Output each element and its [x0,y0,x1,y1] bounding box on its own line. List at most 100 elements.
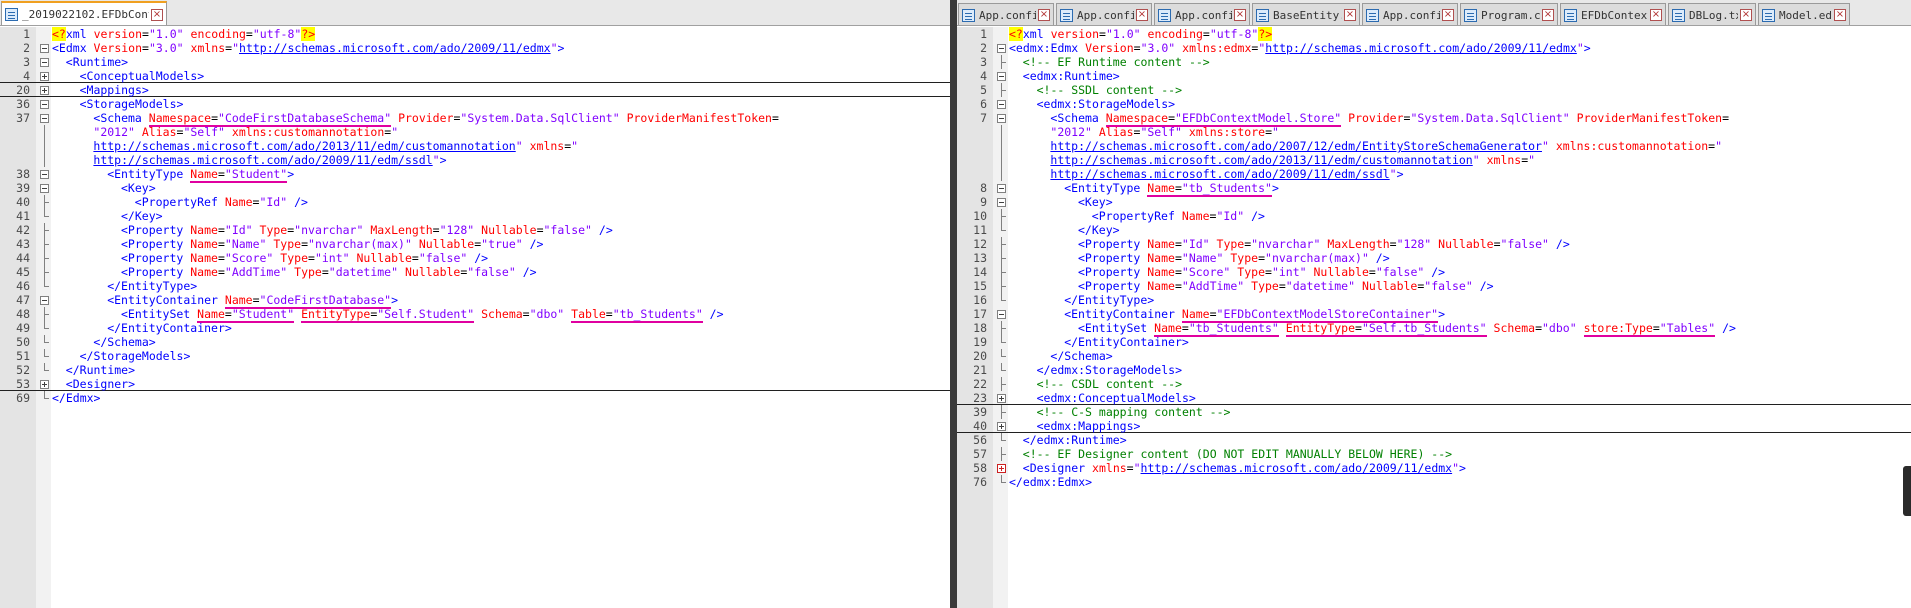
close-icon[interactable]: × [1650,9,1662,21]
file-tab[interactable]: DBLog.txt× [1668,3,1756,25]
code-line[interactable]: 40 <PropertyRef Name="Id" /> [0,195,950,209]
file-tab[interactable]: App.config× [1154,3,1250,25]
file-tab[interactable]: Model.edmx× [1758,3,1850,25]
code-line[interactable]: 38 <EntityType Name="Student"> [0,167,950,183]
scrollbar-thumb[interactable] [1903,466,1911,516]
code-text[interactable]: </StorageModels> [80,349,191,363]
code-text[interactable]: <Property Name="AddTime" Type="datetime"… [1078,279,1494,293]
code-line[interactable]: 39 <Key> [0,181,950,195]
close-icon[interactable]: × [1038,9,1050,21]
code-text[interactable]: <Key> [121,181,156,195]
code-text[interactable]: </EntityContainer> [1064,335,1189,349]
collapse-icon[interactable] [994,111,1008,125]
code-line[interactable]: 11 </Key> [957,223,1911,237]
left-code-editor[interactable]: 1 <?xml version="1.0" encoding="utf-8"?> 2… [0,27,950,608]
code-line[interactable]: 39 <!-- C-S mapping content --> [957,405,1911,419]
expand-icon[interactable] [994,391,1008,405]
code-text[interactable]: "2012" Alias="Self" xmlns:store=" [1050,125,1279,139]
code-lines[interactable]: 1 <?xml version="1.0" encoding="utf-8"?> 2… [0,27,950,405]
code-text[interactable]: <EntityContainer Name="CodeFirstDatabase… [107,293,398,309]
close-icon[interactable]: × [1344,9,1356,21]
code-line[interactable]: 48 <EntitySet Name="Student" EntityType="… [0,307,950,323]
code-text[interactable]: <Mappings> [80,83,149,97]
code-text[interactable]: <edmx:Mappings> [1037,419,1141,433]
code-text[interactable]: <EntityType Name="Student"> [107,167,294,183]
code-line[interactable]: 58 <Designer xmlns="http://schemas.micros… [957,461,1911,475]
code-line[interactable]: 10 <PropertyRef Name="Id" /> [957,209,1911,223]
code-line[interactable]: 23 <edmx:ConceptualModels> [957,391,1911,405]
code-text[interactable]: <ConceptualModels> [80,69,205,83]
code-lines[interactable]: 1 <?xml version="1.0" encoding="utf-8"?> 2… [957,27,1911,489]
code-line[interactable]: 36 <StorageModels> [0,97,950,111]
code-line[interactable]: 76 </edmx:Edmx> [957,475,1911,489]
code-text[interactable]: </Runtime> [66,363,135,377]
code-text[interactable]: <Designer> [66,377,135,391]
code-line[interactable]: 52 </Runtime> [0,363,950,377]
code-text[interactable]: http://schemas.microsoft.com/ado/2013/11… [93,139,578,153]
code-line[interactable]: 9 <Key> [957,195,1911,209]
collapse-icon[interactable] [37,111,51,125]
code-line[interactable]: 4 <edmx:Runtime> [957,69,1911,83]
collapse-icon[interactable] [37,293,51,307]
code-text[interactable]: </Edmx> [52,391,100,405]
code-text[interactable]: <!-- C-S mapping content --> [1037,405,1231,419]
code-text[interactable]: <EntityType Name="tb_Students"> [1064,181,1279,197]
file-tab[interactable]: BaseEntity.cs× [1252,3,1360,25]
code-line[interactable]: 3 <Runtime> [0,55,950,69]
code-text[interactable]: <?xml version="1.0" encoding="utf-8"?> [52,27,316,41]
file-tab[interactable]: App.config× [1362,3,1458,25]
code-line[interactable]: 1 <?xml version="1.0" encoding="utf-8"?> [0,27,950,41]
expand-icon[interactable] [994,419,1008,433]
collapse-icon[interactable] [994,307,1008,321]
code-text[interactable]: <Schema Namespace="CodeFirstDatabaseSche… [93,111,779,127]
left-editor-pane[interactable]: _2019022102.EFDbContext.edmx× 1 <?xml ver… [0,0,950,608]
collapse-icon[interactable] [994,69,1008,83]
file-tab[interactable]: EFDbContext.cs× [1560,3,1666,25]
close-icon[interactable]: × [1442,9,1454,21]
code-text[interactable]: </EntityType> [107,279,197,293]
code-text[interactable]: http://schemas.microsoft.com/ado/2009/11… [93,153,446,167]
code-line[interactable]: 20 </Schema> [957,349,1911,363]
expand-icon[interactable] [37,377,51,391]
code-text[interactable]: http://schemas.microsoft.com/ado/2013/11… [1050,153,1535,167]
code-text[interactable]: </Key> [121,209,163,223]
collapse-icon[interactable] [994,195,1008,209]
code-text[interactable]: <Property Name="AddTime" Type="datetime"… [121,265,537,279]
collapse-icon[interactable] [37,41,51,55]
code-text[interactable]: <PropertyRef Name="Id" /> [135,195,308,209]
collapse-icon[interactable] [37,97,51,111]
collapse-icon[interactable] [37,167,51,181]
code-text[interactable]: <Schema Namespace="EFDbContextModel.Stor… [1050,111,1729,127]
collapse-icon[interactable] [37,181,51,195]
code-line[interactable]: 17 <EntityContainer Name="EFDbContextMode… [957,307,1911,323]
code-text[interactable]: <Property Name="Score" Type="int" Nullab… [121,251,488,265]
code-text[interactable]: <?xml version="1.0" encoding="utf-8"?> [1009,27,1273,41]
code-text[interactable]: http://schemas.microsoft.com/ado/2009/11… [1050,167,1403,181]
right-editor-pane[interactable]: App.config×App.config×App.config×BaseEnt… [957,0,1911,608]
close-icon[interactable]: × [1136,9,1148,21]
code-line[interactable]: 15 <Property Name="AddTime" Type="datetim… [957,279,1911,293]
code-line[interactable]: 43 <Property Name="Name" Type="nvarchar(m… [0,237,950,251]
code-line[interactable]: http://schemas.microsoft.com/ado/2013/11… [0,139,950,153]
code-line[interactable]: http://schemas.microsoft.com/ado/2007/12… [957,139,1911,153]
code-line[interactable]: http://schemas.microsoft.com/ado/2009/11… [957,167,1911,181]
code-line[interactable]: 57 <!-- EF Designer content (DO NOT EDIT … [957,447,1911,461]
code-text[interactable]: <edmx:ConceptualModels> [1037,391,1196,405]
code-line[interactable]: http://schemas.microsoft.com/ado/2009/11… [0,153,950,167]
code-text[interactable]: </EntityType> [1064,293,1154,307]
code-text[interactable]: <edmx:StorageModels> [1037,97,1175,111]
code-line[interactable]: 51 </StorageModels> [0,349,950,363]
code-text[interactable]: <edmx:Edmx Version="3.0" xmlns:edmx="htt… [1009,41,1591,55]
code-line[interactable]: 13 <Property Name="Name" Type="nvarchar(m… [957,251,1911,265]
code-line[interactable]: 53 <Designer> [0,377,950,391]
close-icon[interactable]: × [1740,9,1752,21]
code-line[interactable]: 2 <edmx:Edmx Version="3.0" xmlns:edmx="ht… [957,41,1911,55]
code-line[interactable]: 7 <Schema Namespace="EFDbContextModel.Sto… [957,111,1911,127]
code-text[interactable]: <Designer xmlns="http://schemas.microsof… [1023,461,1466,475]
code-text[interactable]: </edmx:Runtime> [1023,433,1127,447]
code-line[interactable]: 1 <?xml version="1.0" encoding="utf-8"?> [957,27,1911,41]
code-line[interactable]: 19 </EntityContainer> [957,335,1911,349]
expand-icon[interactable] [37,83,51,97]
code-text[interactable]: </edmx:StorageModels> [1037,363,1182,377]
code-text[interactable]: <PropertyRef Name="Id" /> [1092,209,1265,223]
